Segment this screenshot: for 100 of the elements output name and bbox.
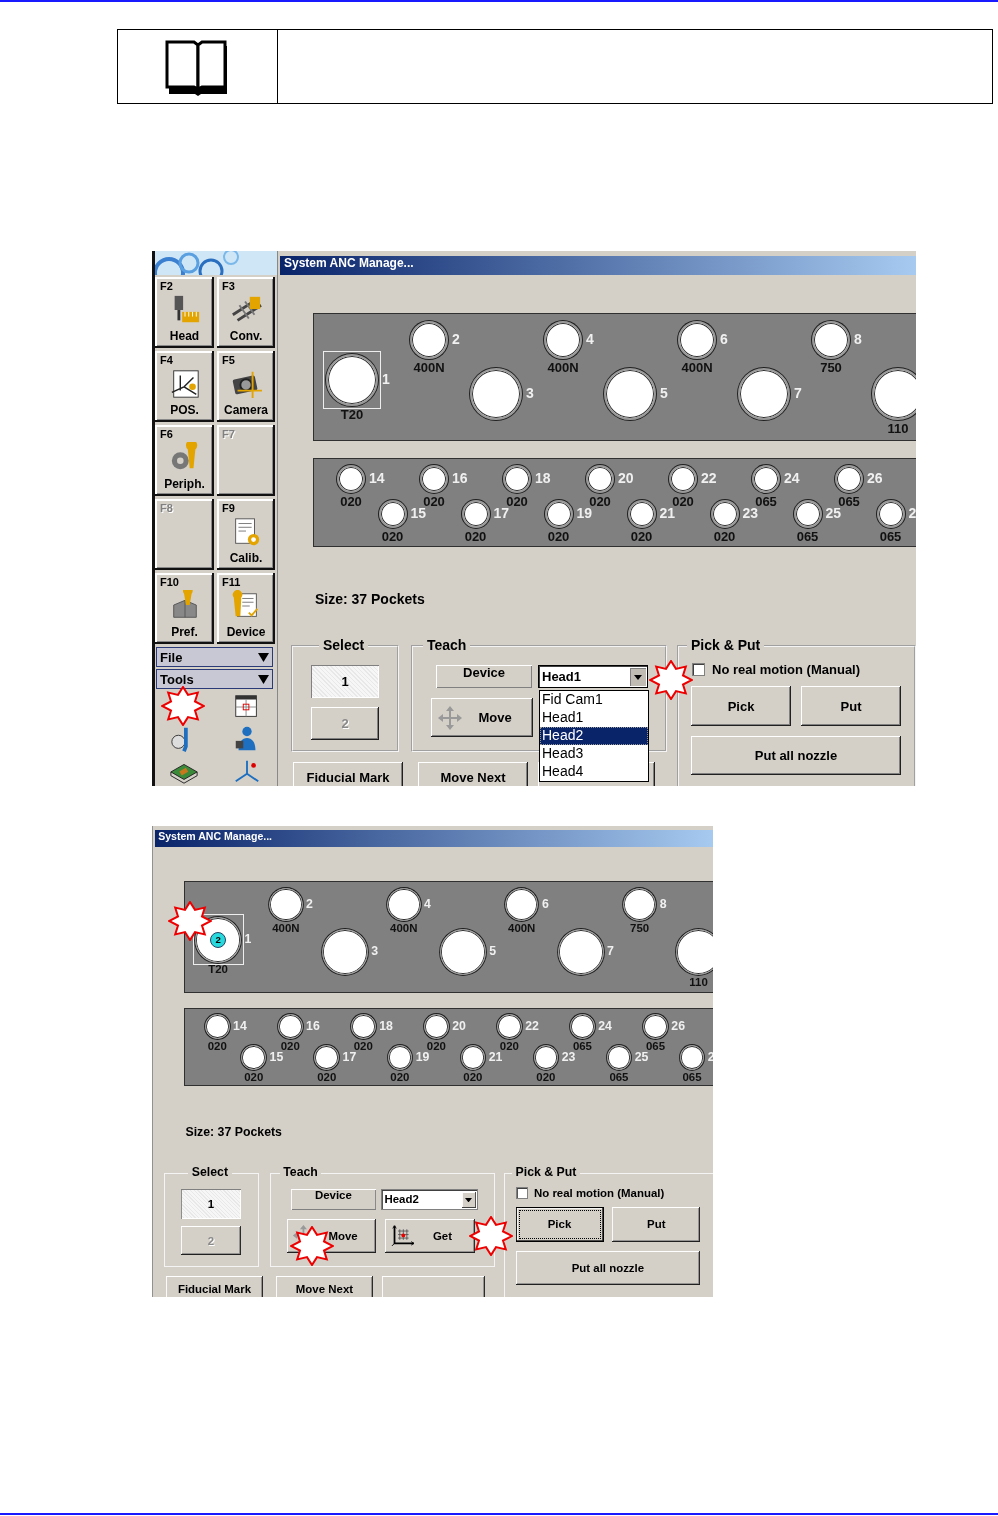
pocket-number: 2 [306, 896, 313, 911]
function-key[interactable]: F4 POS. [155, 351, 214, 422]
pocket-label: 020 [426, 1039, 446, 1052]
pocket-number: 26 [867, 470, 883, 486]
pocket-number: 6 [720, 331, 728, 347]
pocket-label: 065 [645, 1039, 665, 1052]
pocket-label: 020 [207, 1039, 227, 1052]
pocket-number: 24 [598, 1018, 612, 1033]
pocket-label: 020 [499, 1039, 519, 1052]
pocket-number: 7 [794, 385, 802, 401]
dropdown-option[interactable]: Head4 [540, 763, 648, 781]
function-key[interactable]: F5 Camera [217, 351, 275, 422]
pocket-number: 5 [489, 944, 496, 959]
pocket-label: 020 [381, 529, 404, 544]
pocket-label: 020 [353, 1039, 373, 1052]
select-button[interactable]: 1 [181, 1189, 241, 1219]
dropdown-option[interactable]: Fid Cam1 [540, 691, 648, 709]
pick-put-button[interactable]: Put all nozzle [515, 1250, 701, 1286]
pocket-label: 065 [796, 529, 819, 544]
function-key[interactable]: F11 Device [217, 573, 275, 644]
pocket-label: 020 [713, 529, 736, 544]
pocket-label: 400N [547, 360, 579, 375]
pocket-label: 065 [572, 1039, 592, 1052]
pocket-number: 1 [244, 931, 252, 946]
pocket-number: 8 [659, 896, 667, 911]
pocket-label: 110 [887, 421, 909, 436]
pocket-number: 18 [379, 1018, 393, 1033]
dropdown-option[interactable]: Head2 [540, 727, 648, 745]
nozzle-marker: 2 [210, 931, 227, 948]
pocket-number: 6 [541, 896, 549, 911]
pocket-label: 020 [547, 529, 570, 544]
pocket-number: 16 [452, 470, 468, 486]
pocket-label: T20 [208, 963, 228, 976]
pocket-number: 22 [525, 1018, 539, 1033]
command-button[interactable]: Fiducial Mark [166, 1275, 263, 1297]
pocket-label: 020 [463, 1070, 483, 1083]
pocket-number: 2 [452, 331, 460, 347]
pocket-number: 14 [369, 470, 385, 486]
teach-button[interactable]: Move [431, 698, 533, 737]
pocket-number: 3 [371, 944, 379, 959]
pocket-number: 24 [784, 470, 800, 486]
pocket-label: 020 [630, 529, 653, 544]
select-button[interactable]: 1 [311, 665, 379, 698]
pick-put-button[interactable]: Put all nozzle [691, 736, 901, 775]
pocket-count: Size: 37 Pockets [315, 591, 425, 608]
command-button[interactable]: Move Next [276, 1275, 373, 1297]
pocket-label: 400N [413, 360, 445, 375]
pocket-number: 22 [701, 470, 717, 486]
command-button[interactable]: Fiducial Mark [293, 762, 403, 786]
menu-bar[interactable]: File [156, 647, 273, 667]
pocket-count: Size: 37 Pockets [185, 1125, 282, 1141]
pocket-label: 750 [630, 922, 650, 934]
pocket-label: 065 [609, 1070, 629, 1083]
device-label: Device [436, 665, 532, 688]
pocket-number: 20 [618, 470, 634, 486]
pocket-number: 15 [269, 1049, 284, 1064]
device-dropdown[interactable]: Head2 [380, 1189, 478, 1210]
pocket-number: 4 [424, 896, 431, 911]
menu-bar[interactable]: Tools [156, 669, 273, 689]
device-label: Device [291, 1189, 376, 1210]
pick-put-button[interactable]: Pick [515, 1206, 604, 1242]
pick-put-button[interactable]: Pick [691, 686, 791, 726]
window-title: System ANC Manage... [280, 256, 916, 275]
function-key[interactable]: F3 Conv. [217, 277, 275, 348]
checkbox-label: No real motion (Manual) [712, 662, 861, 677]
pocket-label: 400N [272, 922, 300, 934]
function-key[interactable]: F10 Pref. [155, 573, 214, 644]
pocket-number: 4 [586, 331, 594, 347]
pocket-label: 750 [820, 360, 842, 375]
pocket-number: 7 [607, 944, 614, 959]
pocket-number: 21 [488, 1049, 503, 1064]
pocket-label: 020 [317, 1070, 337, 1083]
pocket-label: 020 [536, 1070, 556, 1083]
pocket-label: 400N [390, 922, 418, 934]
function-key[interactable]: F6 Periph. [155, 425, 214, 496]
pocket-number: 26 [671, 1018, 685, 1033]
pocket-number: 25 [634, 1049, 649, 1064]
teach-button[interactable]: Get [385, 1218, 475, 1253]
pocket-number: 1 [382, 371, 390, 387]
pocket-number: 20 [452, 1018, 466, 1033]
pick-put-button[interactable]: Put [801, 686, 901, 726]
pocket-label: 400N [508, 922, 536, 934]
pocket-number: 18 [535, 470, 551, 486]
pocket-label: 400N [681, 360, 713, 375]
pick-put-button[interactable]: Put [612, 1206, 701, 1242]
pocket-number: 19 [415, 1049, 430, 1064]
pocket-label: 020 [244, 1070, 264, 1083]
command-button[interactable]: Move Next [418, 762, 528, 786]
pocket-label: 020 [340, 494, 362, 509]
pocket-number: 5 [660, 385, 668, 401]
dropdown-option[interactable]: Head3 [540, 745, 648, 763]
checkbox-label: No real motion (Manual) [533, 1186, 665, 1199]
pocket-number: 17 [342, 1049, 357, 1064]
function-key[interactable]: F2 Head [155, 277, 214, 348]
dropdown-option[interactable]: Head1 [540, 709, 648, 727]
pocket-number: 23 [561, 1049, 576, 1064]
pocket-number: 14 [233, 1018, 247, 1033]
pocket-number: 2 [908, 505, 916, 521]
function-key[interactable]: F9 Calib. [217, 499, 275, 570]
pocket-label: 065 [879, 529, 902, 544]
